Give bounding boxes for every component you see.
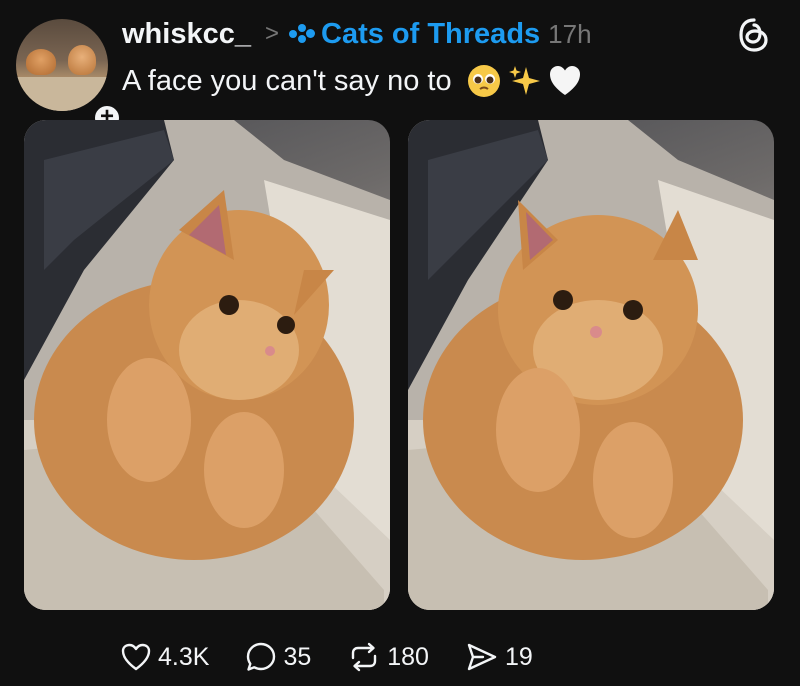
post-image-2[interactable]: [408, 120, 774, 610]
post-image-1[interactable]: [24, 120, 390, 610]
post-caption: A face you can't say no to: [122, 60, 582, 102]
like-count: 4.3K: [158, 642, 210, 671]
caption-text: A face you can't say no to: [122, 64, 452, 97]
community-link[interactable]: Cats of Threads: [321, 18, 540, 51]
username-link[interactable]: whiskcc_: [122, 18, 251, 51]
share-button[interactable]: 19: [465, 641, 533, 673]
pleading-face-emoji: [467, 65, 500, 97]
post-header: whiskcc_ > Cats of Threads 17h: [122, 14, 592, 54]
repost-icon: [352, 642, 377, 672]
like-button[interactable]: 4.3K: [120, 642, 209, 672]
heart-icon: [121, 643, 151, 671]
sparkles-emoji: [508, 66, 540, 95]
avatar-ledge: [16, 77, 108, 111]
threads-logo-icon[interactable]: [738, 18, 770, 52]
reply-button[interactable]: 35: [245, 641, 311, 673]
post-timestamp: 17h: [548, 18, 592, 49]
community-dots-icon: [289, 23, 315, 45]
share-count: 19: [504, 642, 533, 671]
caption-emojis: [466, 63, 582, 99]
avatar-cat-right: [68, 45, 96, 75]
post-actions: 4.3K 35 180 19: [120, 636, 569, 678]
comment-icon: [247, 642, 276, 671]
chevron-right-icon: >: [264, 20, 279, 47]
avatar-cat-left: [26, 49, 56, 75]
author-avatar-wrap[interactable]: +: [16, 19, 122, 133]
white-heart-emoji: [549, 66, 580, 95]
repost-button[interactable]: 180: [347, 641, 429, 673]
repost-count: 180: [387, 642, 429, 671]
send-icon: [467, 643, 497, 671]
author-avatar[interactable]: [16, 19, 108, 111]
reply-count: 35: [283, 642, 312, 671]
